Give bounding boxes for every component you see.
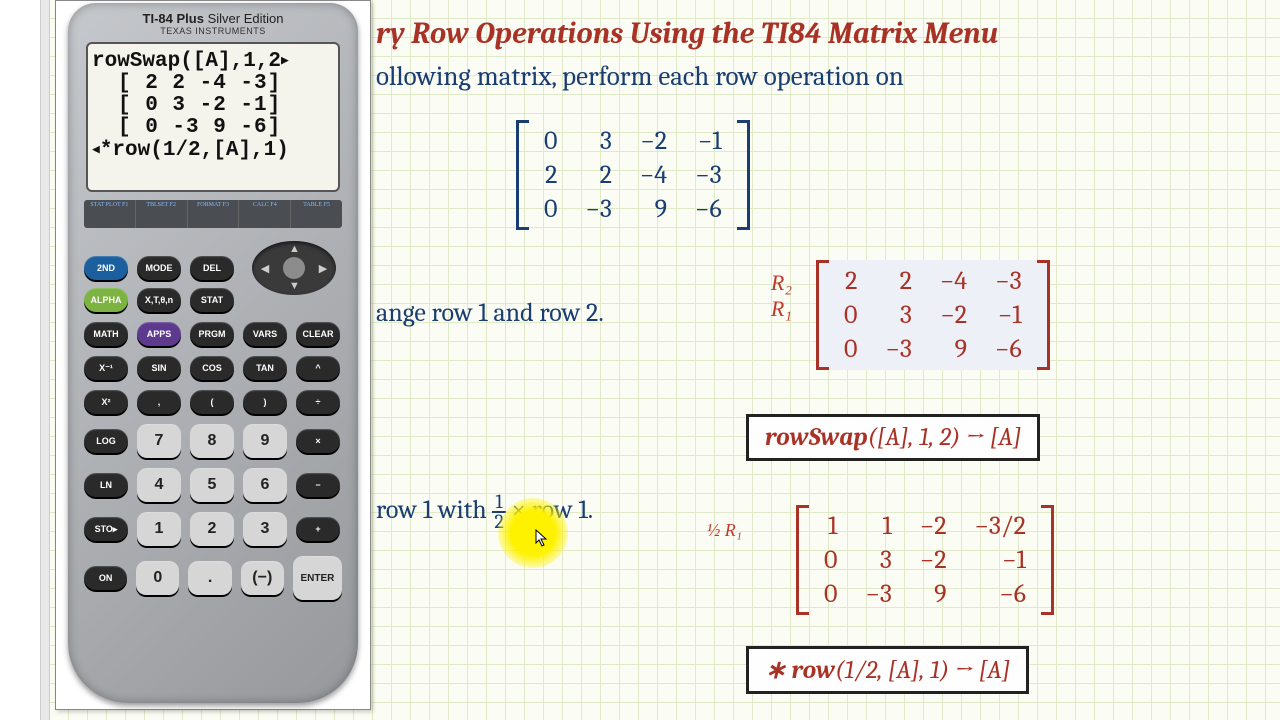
left-gutter [40,0,50,720]
key-lparen[interactable]: ( [190,390,234,414]
label-r2: R₂ [756,270,792,296]
key-tan[interactable]: TAN [243,356,287,380]
result-matrix-a: 22−4−3 03−2−1 0−39−6 [816,260,1050,374]
key-apps[interactable]: APPS [137,322,181,346]
key-clear[interactable]: CLEAR [296,322,340,346]
fkey-trace[interactable]: CALC F4 [239,200,291,228]
key-neg[interactable]: (−) [241,561,284,595]
key-prgm[interactable]: PRGM [190,322,234,346]
calculator-panel: TI-84 Plus Silver Edition TEXAS INSTRUME… [55,0,371,710]
fkey-y[interactable]: STAT PLOT F1 [84,200,136,228]
function-keys: STAT PLOT F1 TBLSET F2 FORMAT F3 CALC F4… [84,200,342,228]
key-8[interactable]: 8 [190,424,234,458]
key-0[interactable]: 0 [136,561,179,595]
screen-line-2: *row(1/2,[A],1) [100,139,289,162]
key-xt[interactable]: X,T,θ,n [137,288,181,312]
key-del[interactable]: DEL [190,256,234,280]
key-1[interactable]: 1 [137,512,181,546]
key-mode[interactable]: MODE [137,256,181,280]
key-sub[interactable]: − [296,473,340,497]
lesson-content: ry Row Operations Using the TI84 Matrix … [376,0,1220,720]
key-5[interactable]: 5 [190,468,234,502]
screen-matrix-row-1: [ 2 2 -4 -3] [118,73,334,95]
result-matrix-b: 11−2−3/2 03−2−1 0−39−6 [796,505,1054,619]
fkey-window[interactable]: TBLSET F2 [136,200,188,228]
key-comma[interactable]: , [137,390,181,414]
screen-matrix-row-2: [ 0 3 -2 -1] [118,95,334,117]
screen-matrix-row-3: [ 0 -3 9 -6] [118,117,334,139]
label-half-r1: ½ R₁ [706,520,742,541]
calc-model-edition: Silver Edition [204,11,283,26]
key-rparen[interactable]: ) [243,390,287,414]
key-add[interactable]: + [296,517,340,541]
mouse-cursor-icon [535,529,551,549]
page-title: ry Row Operations Using the TI84 Matrix … [376,16,1220,51]
screen-line-1: rowSwap([A],1,2 [92,50,281,73]
code-b: ∗ row(1/2, [A], 1) → [A] [746,646,1029,694]
key-div[interactable]: ÷ [296,390,340,414]
calc-model: TI-84 Plus [143,11,204,26]
keypad: 2ND MODE DEL ▲▼◀▶ ALPHA X,T,θ,n STAT MAT… [84,238,342,600]
key-alpha[interactable]: ALPHA [84,288,128,312]
key-2nd[interactable]: 2ND [84,256,128,280]
calc-brand: TEXAS INSTRUMENTS [68,26,358,36]
row-labels-a: R₂ R₁ [756,270,800,322]
key-pow[interactable]: ^ [296,356,340,380]
key-2[interactable]: 2 [190,512,234,546]
key-3[interactable]: 3 [243,512,287,546]
calc-header: TI-84 Plus Silver Edition TEXAS INSTRUME… [68,3,358,38]
key-on[interactable]: ON [84,566,127,590]
key-7[interactable]: 7 [137,424,181,458]
key-inv[interactable]: X⁻¹ [84,356,128,380]
cursor-left-icon: ◀ [92,142,100,157]
key-dot[interactable]: . [188,561,231,595]
key-4[interactable]: 4 [137,468,181,502]
key-vars[interactable]: VARS [243,322,287,346]
key-cos[interactable]: COS [190,356,234,380]
dpad[interactable]: ▲▼◀▶ [246,238,342,298]
key-sq[interactable]: X² [84,390,128,414]
code-a: rowSwap([A], 1, 2) → [A] [746,414,1040,461]
key-mul[interactable]: × [296,429,340,453]
given-matrix: 03−2−1 22−4−3 0−39−6 [516,120,750,234]
key-sto[interactable]: STO▸ [84,517,128,541]
ti84-calculator: TI-84 Plus Silver Edition TEXAS INSTRUME… [68,3,358,703]
fkey-graph[interactable]: TABLE F5 [291,200,342,228]
key-9[interactable]: 9 [243,424,287,458]
key-math[interactable]: MATH [84,322,128,346]
cursor-right-icon: ▶ [281,53,289,68]
calc-screen: rowSwap([A],1,2▶ [ 2 2 -4 -3] [ 0 3 -2 -… [86,42,340,192]
lead-text: ollowing matrix, perform each row operat… [376,61,1220,92]
key-6[interactable]: 6 [243,468,287,502]
key-sin[interactable]: SIN [137,356,181,380]
key-ln[interactable]: LN [84,473,128,497]
label-r1: R₁ [756,296,792,322]
key-log[interactable]: LOG [84,429,128,453]
fkey-zoom[interactable]: FORMAT F3 [188,200,240,228]
key-enter[interactable]: ENTER [293,556,342,600]
key-stat[interactable]: STAT [190,288,234,312]
